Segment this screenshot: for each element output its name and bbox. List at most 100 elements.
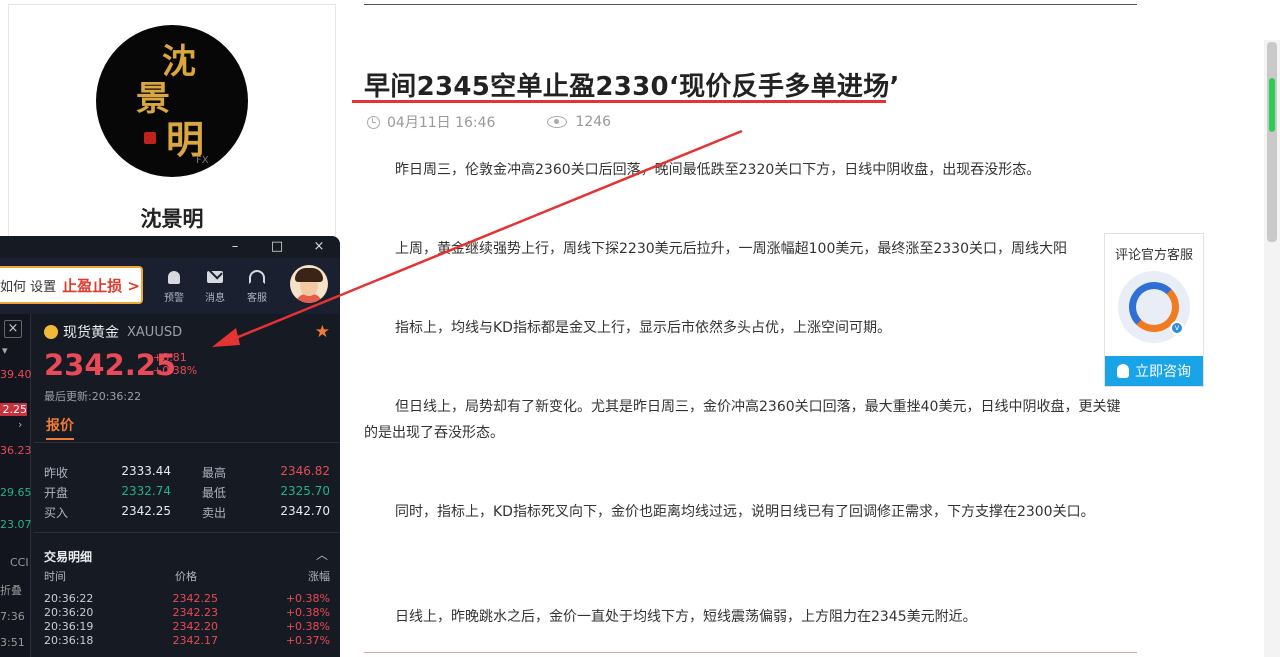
- author-logo[interactable]: 沈 景 明 FX: [96, 25, 248, 177]
- price-change: +8.81 +0.38%: [153, 351, 197, 377]
- trade-change: +0.38%: [285, 606, 330, 619]
- panel-close-icon[interactable]: ×: [4, 320, 22, 338]
- prev-close-value: 2333.44: [121, 464, 171, 478]
- side-value: 36.23: [0, 444, 32, 457]
- trade-price: 2342.25: [172, 592, 219, 605]
- article-paragraph: 昨日周三，伦敦金冲高2360关口后回落，晚间最低跌至2320关口下方，日线中阴收…: [395, 162, 1041, 178]
- article-date: 04月11日 16:46: [387, 115, 496, 131]
- trade-price: 2342.23: [172, 606, 219, 619]
- table-row: 20:36:22 2342.25 +0.38%: [44, 592, 330, 606]
- trade-time: 20:36:20: [44, 606, 94, 619]
- article-meta: 04月11日 16:46 1246: [367, 112, 611, 132]
- promo-prefix: 如何 设置: [0, 279, 57, 295]
- low-label: 最低: [202, 486, 227, 500]
- instrument-symbol: XAUUSD: [127, 324, 183, 340]
- open-value: 2332.74: [121, 484, 171, 498]
- quote-panel: 现货黄金 XAUUSD ★ 2342.25 +8.81 +0.38% 最后更新:…: [34, 314, 340, 657]
- consult-now-button[interactable]: 立即咨询: [1105, 356, 1203, 386]
- favorite-star-icon[interactable]: ★: [315, 322, 330, 342]
- quote-row: 买入 2342.25 卖出 2342.70: [44, 504, 330, 520]
- article-paragraph: 指标上，均线与KD指标都是金叉上行，显示后市依然多头占优，上涨空间可期。: [395, 320, 891, 336]
- clock-icon: [367, 115, 380, 129]
- header-price: 价格: [175, 570, 197, 583]
- alert-button[interactable]: 预警: [157, 268, 191, 304]
- article-paragraph: 但日线上，局势却有了新变化。尤其是昨日周三，金价冲高2360关口回落，最大重挫4…: [364, 399, 1121, 441]
- high-value: 2346.82: [280, 464, 330, 478]
- trade-details-title: 交易明细: [44, 550, 93, 564]
- avatar-hair: [295, 268, 323, 282]
- alert-label: 预警: [164, 293, 184, 304]
- open-label: 开盘: [44, 486, 69, 500]
- table-row: 20:36:20 2342.23 +0.38%: [44, 606, 330, 620]
- divider: [34, 532, 340, 533]
- logo-watermark: FX: [196, 155, 209, 166]
- quote-row: 昨收 2333.44 最高 2346.82: [44, 464, 330, 480]
- logo-seal: [144, 132, 156, 144]
- messages-button[interactable]: 消息: [198, 268, 232, 304]
- chevron-down-icon[interactable]: ▾: [2, 344, 32, 357]
- trade-change: +0.38%: [285, 620, 330, 633]
- minimize-button[interactable]: –: [220, 238, 250, 256]
- article-paragraph: 同时，指标上，KD指标死叉向下，金价也距离均线过远，说明日线已有了回调修正需求，…: [395, 504, 1095, 520]
- service-label: 评论官方客服: [1114, 248, 1193, 263]
- avatar[interactable]: [290, 265, 328, 303]
- article-title: 早间2345空单止盈2330‘现价反手多单进场’: [364, 72, 900, 102]
- window-controls: – □ ×: [0, 236, 340, 258]
- chevron-up-icon[interactable]: ︿: [316, 546, 328, 563]
- side-value: 29.65: [0, 486, 32, 499]
- qq-icon: [1117, 364, 1129, 378]
- article-views: 1246: [575, 114, 612, 130]
- article-paragraph: 日线上，昨晚跳水之后，金价一直处于均线下方，短线震荡偏弱，上方阻力在2345美元…: [395, 609, 977, 625]
- side-fold-button[interactable]: 折叠: [0, 582, 30, 598]
- price-change-pct: +0.38%: [153, 364, 198, 377]
- logo-char-2: 景: [136, 79, 170, 119]
- scrollbar-thumb[interactable]: [1267, 42, 1277, 242]
- customer-service-widget: 评论官方客服 v 立即咨询: [1104, 233, 1204, 387]
- mail-icon: [207, 271, 223, 283]
- trade-price: 2342.17: [172, 634, 219, 647]
- gold-coin-icon: [44, 325, 58, 339]
- maximize-button[interactable]: □: [262, 238, 292, 256]
- verified-badge-icon: v: [1170, 321, 1184, 335]
- quote-row: 开盘 2332.74 最低 2325.70: [44, 484, 330, 500]
- article-paragraph: 上周，黄金继续强势上行，周线下探2230美元后拉升，一周涨幅超100美元，最终涨…: [395, 241, 1067, 257]
- support-label: 客服: [247, 293, 267, 304]
- ask-label: 卖出: [202, 506, 227, 520]
- divider: [34, 442, 340, 443]
- support-button[interactable]: 客服: [240, 268, 274, 304]
- service-logo-icon[interactable]: v: [1118, 271, 1190, 343]
- trade-time: 20:36:19: [44, 620, 94, 633]
- price-change-abs: +8.81: [153, 351, 187, 364]
- author-name[interactable]: 沈景明: [9, 203, 335, 233]
- bid-label: 买入: [44, 506, 69, 520]
- instrument-name: 现货黄金: [63, 325, 119, 341]
- side-time: 3:51: [0, 636, 25, 649]
- close-window-button[interactable]: ×: [304, 238, 334, 256]
- tab-quote-indicator: [46, 438, 74, 440]
- bottom-divider: [364, 652, 1137, 653]
- trade-price: 2342.20: [172, 620, 219, 633]
- side-value-highlight: 2.25: [0, 403, 27, 416]
- prev-close-label: 昨收: [44, 466, 69, 480]
- last-updated: 最后更新:20:36:22: [44, 390, 142, 403]
- messages-label: 消息: [205, 293, 225, 304]
- scrollbar-indicator: [1269, 78, 1275, 132]
- tab-quote[interactable]: 报价: [46, 415, 74, 435]
- bell-icon: [168, 270, 180, 284]
- stop-profit-loss-promo-button[interactable]: 如何 设置 止盈止损 >: [0, 266, 143, 304]
- logo-char-1: 沈: [162, 42, 196, 82]
- consult-now-label: 立即咨询: [1135, 364, 1191, 380]
- title-annotation-underline: [352, 100, 886, 103]
- trade-time: 20:36:22: [44, 592, 94, 605]
- trade-change: +0.38%: [285, 592, 330, 605]
- logo-char-3: 明: [166, 117, 205, 162]
- trade-time: 20:36:18: [44, 634, 94, 647]
- top-divider: [364, 4, 1137, 5]
- instrument-title: 现货黄金 XAUUSD: [44, 322, 182, 342]
- table-row: 20:36:18 2342.17 +0.37%: [44, 634, 330, 648]
- header-time: 时间: [44, 570, 66, 583]
- side-time: 7:36: [0, 610, 25, 623]
- header-change: 涨幅: [308, 570, 330, 583]
- side-value: 39.40: [0, 368, 32, 381]
- ask-value: 2342.70: [280, 504, 330, 518]
